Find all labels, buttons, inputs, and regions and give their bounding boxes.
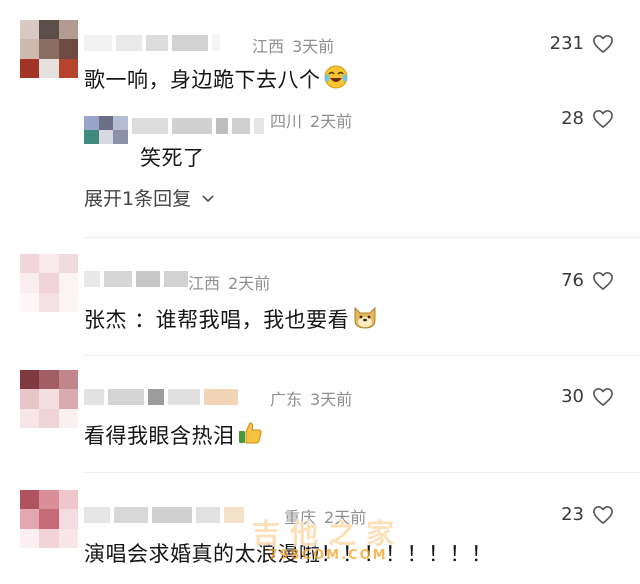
heart-icon[interactable] bbox=[592, 271, 614, 291]
avatar[interactable] bbox=[20, 490, 78, 548]
doge-emoji-icon bbox=[351, 304, 379, 335]
avatar[interactable] bbox=[20, 20, 78, 78]
location-label: 江西 bbox=[188, 274, 221, 293]
heart-icon[interactable] bbox=[592, 505, 614, 525]
like-button[interactable]: 30 bbox=[561, 386, 614, 407]
comment-text: 张杰 ：谁帮我唱，我也要看 bbox=[84, 304, 379, 335]
divider bbox=[84, 355, 640, 356]
expand-replies-label: 展开1条回复 bbox=[84, 188, 192, 210]
heart-icon[interactable] bbox=[592, 34, 614, 54]
thumbs-up-emoji-icon bbox=[237, 420, 263, 451]
like-count: 23 bbox=[561, 504, 584, 525]
location-label: 江西 bbox=[252, 37, 285, 56]
like-count: 231 bbox=[549, 33, 584, 54]
reply-avatar[interactable] bbox=[84, 116, 128, 144]
comment-text: 看得我眼含热泪 bbox=[84, 420, 263, 451]
username-blurred[interactable] bbox=[84, 34, 220, 52]
comment-body: 看得我眼含热泪 bbox=[84, 424, 235, 448]
comment-meta: 江西 2天前 bbox=[188, 270, 270, 294]
comment-body: 张杰 ：谁帮我唱，我也要看 bbox=[84, 308, 350, 332]
username-blurred[interactable] bbox=[84, 388, 238, 406]
like-button[interactable]: 23 bbox=[561, 504, 614, 525]
reply-text: 笑死了 bbox=[140, 146, 205, 170]
like-button[interactable]: 231 bbox=[550, 33, 614, 54]
like-count: 28 bbox=[561, 108, 584, 129]
like-button[interactable]: 76 bbox=[561, 270, 614, 291]
comment-body: 歌一响，身边跪下去八个 bbox=[84, 68, 321, 92]
avatar[interactable] bbox=[20, 254, 78, 312]
reply-like-button[interactable]: 28 bbox=[561, 108, 614, 129]
location-label: 四川 bbox=[270, 112, 303, 131]
comment-text: 歌一响，身边跪下去八个 bbox=[84, 64, 349, 95]
divider bbox=[84, 237, 640, 238]
chevron-down-icon bbox=[201, 187, 215, 209]
comment-meta: 广东 3天前 bbox=[270, 386, 352, 410]
avatar[interactable] bbox=[20, 370, 78, 428]
like-count: 30 bbox=[561, 386, 584, 407]
reply-meta: 四川 2天前 bbox=[270, 108, 352, 132]
time-label: 3天前 bbox=[292, 37, 335, 56]
username-blurred[interactable] bbox=[84, 506, 244, 524]
laughing-tears-emoji-icon bbox=[323, 64, 349, 95]
location-label: 重庆 bbox=[284, 508, 317, 527]
divider bbox=[84, 472, 640, 473]
username-blurred[interactable] bbox=[84, 270, 188, 288]
time-label: 2天前 bbox=[310, 112, 353, 131]
reply-username-blurred[interactable] bbox=[132, 117, 264, 135]
time-label: 3天前 bbox=[310, 390, 353, 409]
time-label: 2天前 bbox=[228, 274, 271, 293]
location-label: 广东 bbox=[270, 390, 303, 409]
comment-meta: 重庆 2天前 bbox=[284, 504, 366, 528]
comment-meta: 江西 3天前 bbox=[252, 33, 334, 57]
time-label: 2天前 bbox=[324, 508, 367, 527]
like-count: 76 bbox=[561, 270, 584, 291]
heart-icon[interactable] bbox=[592, 387, 614, 407]
expand-replies-button[interactable]: 展开1条回复 bbox=[84, 184, 215, 211]
comment-text: 演唱会求婚真的太浪漫啦！！！！！！！！ bbox=[84, 542, 493, 566]
heart-icon[interactable] bbox=[592, 109, 614, 129]
